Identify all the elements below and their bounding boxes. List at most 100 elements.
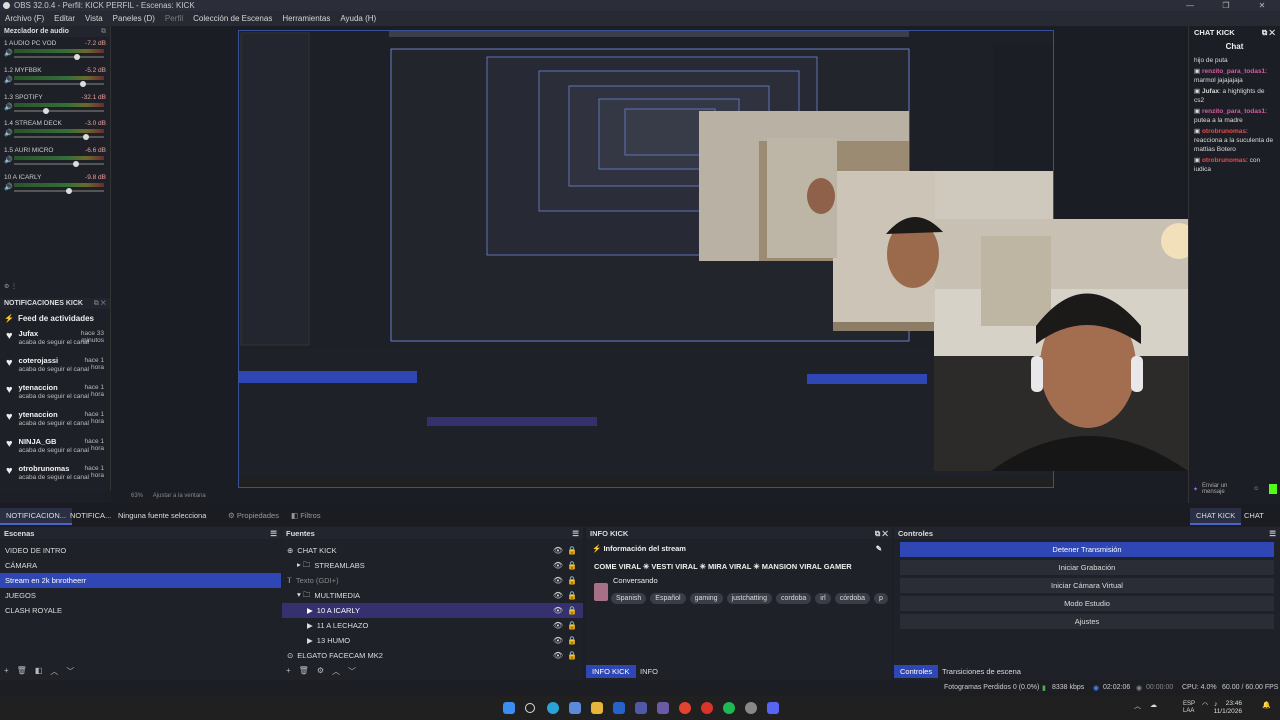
scene-item[interactable]: VIDEO DE INTRO bbox=[0, 543, 281, 558]
source-item[interactable]: ▾ 🗀 MULTIMEDIA 👁 🔒 bbox=[282, 588, 583, 603]
volume-slider-handle[interactable] bbox=[43, 107, 50, 114]
filters-button[interactable]: ◧ Filtros bbox=[285, 508, 327, 523]
preview-area[interactable]: 63% Ajustar a la ventana bbox=[111, 26, 1188, 503]
scene-item[interactable]: CÁMARA bbox=[0, 558, 281, 573]
stop-stream-button[interactable]: Detener Transmisión bbox=[900, 542, 1274, 557]
add-icon[interactable]: + bbox=[4, 666, 9, 677]
tab-scene-transitions[interactable]: Transiciones de escena bbox=[936, 665, 1027, 678]
taskbar-clock[interactable]: 23:46 11/1/2026 bbox=[1214, 700, 1242, 716]
folder-icon[interactable] bbox=[591, 702, 603, 714]
properties-button[interactable]: ⚙ Propiedades bbox=[222, 508, 285, 523]
tab-chat-kick[interactable]: CHAT KICK bbox=[1190, 508, 1242, 525]
emoji-icon[interactable]: ☺ bbox=[1253, 486, 1259, 492]
close-icon[interactable]: ✕ bbox=[1244, 0, 1280, 11]
studio-mode-button[interactable]: Modo Estudio bbox=[900, 596, 1274, 611]
dock-menu-icon[interactable]: ☰ bbox=[270, 529, 277, 538]
scene-item[interactable]: Stream en 2k bnrotheerr bbox=[0, 573, 281, 588]
start-recording-button[interactable]: Iniciar Grabación bbox=[900, 560, 1274, 575]
volume-slider-handle[interactable] bbox=[66, 187, 73, 194]
dock-close-icon[interactable]: ⧉ ✕ bbox=[94, 300, 110, 308]
chat-input[interactable]: Enviar un mensaje bbox=[1202, 483, 1249, 495]
chevron-down-icon[interactable]: ﹀ bbox=[66, 666, 74, 677]
edit-icon[interactable]: ✎ bbox=[876, 544, 882, 553]
lock-icon[interactable]: 🔒 bbox=[567, 621, 577, 630]
menu-tools[interactable]: Herramientas bbox=[277, 14, 335, 23]
speaker-icon[interactable]: 🔊 bbox=[4, 103, 13, 111]
source-item[interactable]: ⊙ ELGATO FACECAM MK2 👁 🔒 bbox=[282, 648, 583, 663]
chevron-up-icon[interactable]: ︿ bbox=[332, 666, 340, 677]
volume-slider-handle[interactable] bbox=[74, 54, 81, 60]
volume-slider[interactable] bbox=[14, 134, 104, 141]
speaker-icon[interactable]: 🔊 bbox=[4, 49, 13, 57]
menu-edit[interactable]: Editar bbox=[49, 14, 80, 23]
teams-icon[interactable] bbox=[657, 702, 669, 714]
chrome-profile-icon[interactable] bbox=[701, 702, 713, 714]
chevron-up-icon[interactable]: ︿ bbox=[1134, 701, 1141, 711]
eye-icon[interactable]: 👁 bbox=[553, 576, 563, 585]
lock-icon[interactable]: 🔒 bbox=[567, 636, 577, 645]
scene-item[interactable]: CLASH ROYALE bbox=[0, 603, 281, 618]
menu-docks[interactable]: Paneles (D) bbox=[108, 14, 160, 23]
search-icon[interactable] bbox=[525, 703, 535, 713]
speaker-icon[interactable]: 🔊 bbox=[4, 129, 13, 137]
language-indicator[interactable]: ESP LAA bbox=[1183, 701, 1195, 715]
chat-username[interactable]: Jufax bbox=[1202, 88, 1219, 95]
volume-slider-handle[interactable] bbox=[79, 80, 86, 87]
emote-icon[interactable]: ✦ bbox=[1193, 486, 1198, 493]
dock-menu-icon[interactable]: ☰ bbox=[572, 529, 579, 538]
chevron-down-icon[interactable]: ﹀ bbox=[348, 666, 356, 677]
eye-icon[interactable]: 👁 bbox=[553, 651, 563, 660]
lock-icon[interactable]: 🔒 bbox=[567, 651, 577, 660]
spotify-icon[interactable] bbox=[723, 702, 735, 714]
volume-slider[interactable] bbox=[14, 80, 104, 87]
source-item[interactable]: 𝐓 Texto (GDI+) 👁 🔒 bbox=[282, 573, 583, 588]
volume-slider[interactable] bbox=[14, 161, 104, 168]
chrome-icon[interactable] bbox=[679, 702, 691, 714]
speaker-icon[interactable]: 🔊 bbox=[4, 156, 13, 164]
trash-icon[interactable]: 🗑 bbox=[299, 666, 309, 677]
filter-icon[interactable]: ◧ bbox=[35, 666, 43, 677]
lock-icon[interactable]: 🔒 bbox=[567, 561, 577, 570]
volume-slider[interactable] bbox=[14, 187, 104, 194]
wifi-icon[interactable]: ◠ bbox=[1202, 701, 1208, 709]
discord-icon[interactable] bbox=[767, 702, 779, 714]
send-button[interactable] bbox=[1269, 484, 1277, 494]
source-item[interactable]: ▶ 10 A ICARLY 👁 🔒 bbox=[282, 603, 583, 618]
start-virtual-camera-button[interactable]: Iniciar Cámara Virtual⚙ bbox=[900, 578, 1274, 593]
cloud-icon[interactable]: ☁ bbox=[1150, 701, 1157, 709]
menu-scene-collection[interactable]: Colección de Escenas bbox=[188, 14, 277, 23]
tab-info[interactable]: INFO bbox=[634, 665, 664, 678]
menu-help[interactable]: Ayuda (H) bbox=[335, 14, 381, 23]
settings-app-icon[interactable] bbox=[635, 702, 647, 714]
maximize-icon[interactable]: ❐ bbox=[1208, 0, 1244, 11]
volume-slider[interactable] bbox=[14, 107, 104, 114]
tab-controls[interactable]: Controles bbox=[894, 665, 939, 678]
source-item[interactable]: ⊕ CHAT KICK 👁 🔒 bbox=[282, 543, 583, 558]
eye-icon[interactable]: 👁 bbox=[553, 591, 563, 600]
eye-icon[interactable]: 👁 bbox=[553, 621, 563, 630]
chat-username[interactable]: otrobrunomas bbox=[1202, 128, 1246, 135]
outlook-icon[interactable] bbox=[613, 702, 625, 714]
windows-start-icon[interactable] bbox=[503, 702, 515, 714]
volume-slider-handle[interactable] bbox=[72, 161, 79, 168]
chat-username[interactable]: renzito_para_todas1 bbox=[1202, 108, 1265, 115]
tab-notificaciones-1[interactable]: NOTIFICACION... bbox=[0, 508, 72, 525]
volume-slider[interactable] bbox=[14, 54, 104, 60]
source-item[interactable]: ▶ 11 A LECHAZO 👁 🔒 bbox=[282, 618, 583, 633]
menu-view[interactable]: Vista bbox=[80, 14, 108, 23]
tab-notificaciones-2[interactable]: NOTIFICA... bbox=[64, 508, 117, 523]
volume-slider-handle[interactable] bbox=[82, 134, 89, 141]
notification-bell-icon[interactable]: 🔔 bbox=[1262, 701, 1271, 709]
eye-icon[interactable]: 👁 bbox=[553, 606, 563, 615]
chat-composer[interactable]: ✦ Enviar un mensaje ☺ bbox=[1189, 478, 1280, 500]
trash-icon[interactable]: 🗑 bbox=[17, 666, 27, 677]
dock-close-icon[interactable]: ⧉ ✕ bbox=[875, 529, 888, 538]
source-item[interactable]: ▶ 13 HUMO 👁 🔒 bbox=[282, 633, 583, 648]
eye-icon[interactable]: 👁 bbox=[553, 636, 563, 645]
menu-file[interactable]: Archivo (F) bbox=[0, 14, 49, 23]
lock-icon[interactable]: 🔒 bbox=[567, 591, 577, 600]
store-icon[interactable] bbox=[569, 702, 581, 714]
chat-username[interactable]: otrobrunomas bbox=[1202, 157, 1246, 164]
scene-item[interactable]: JUEGOS bbox=[0, 588, 281, 603]
tab-chat[interactable]: CHAT bbox=[1238, 508, 1270, 523]
